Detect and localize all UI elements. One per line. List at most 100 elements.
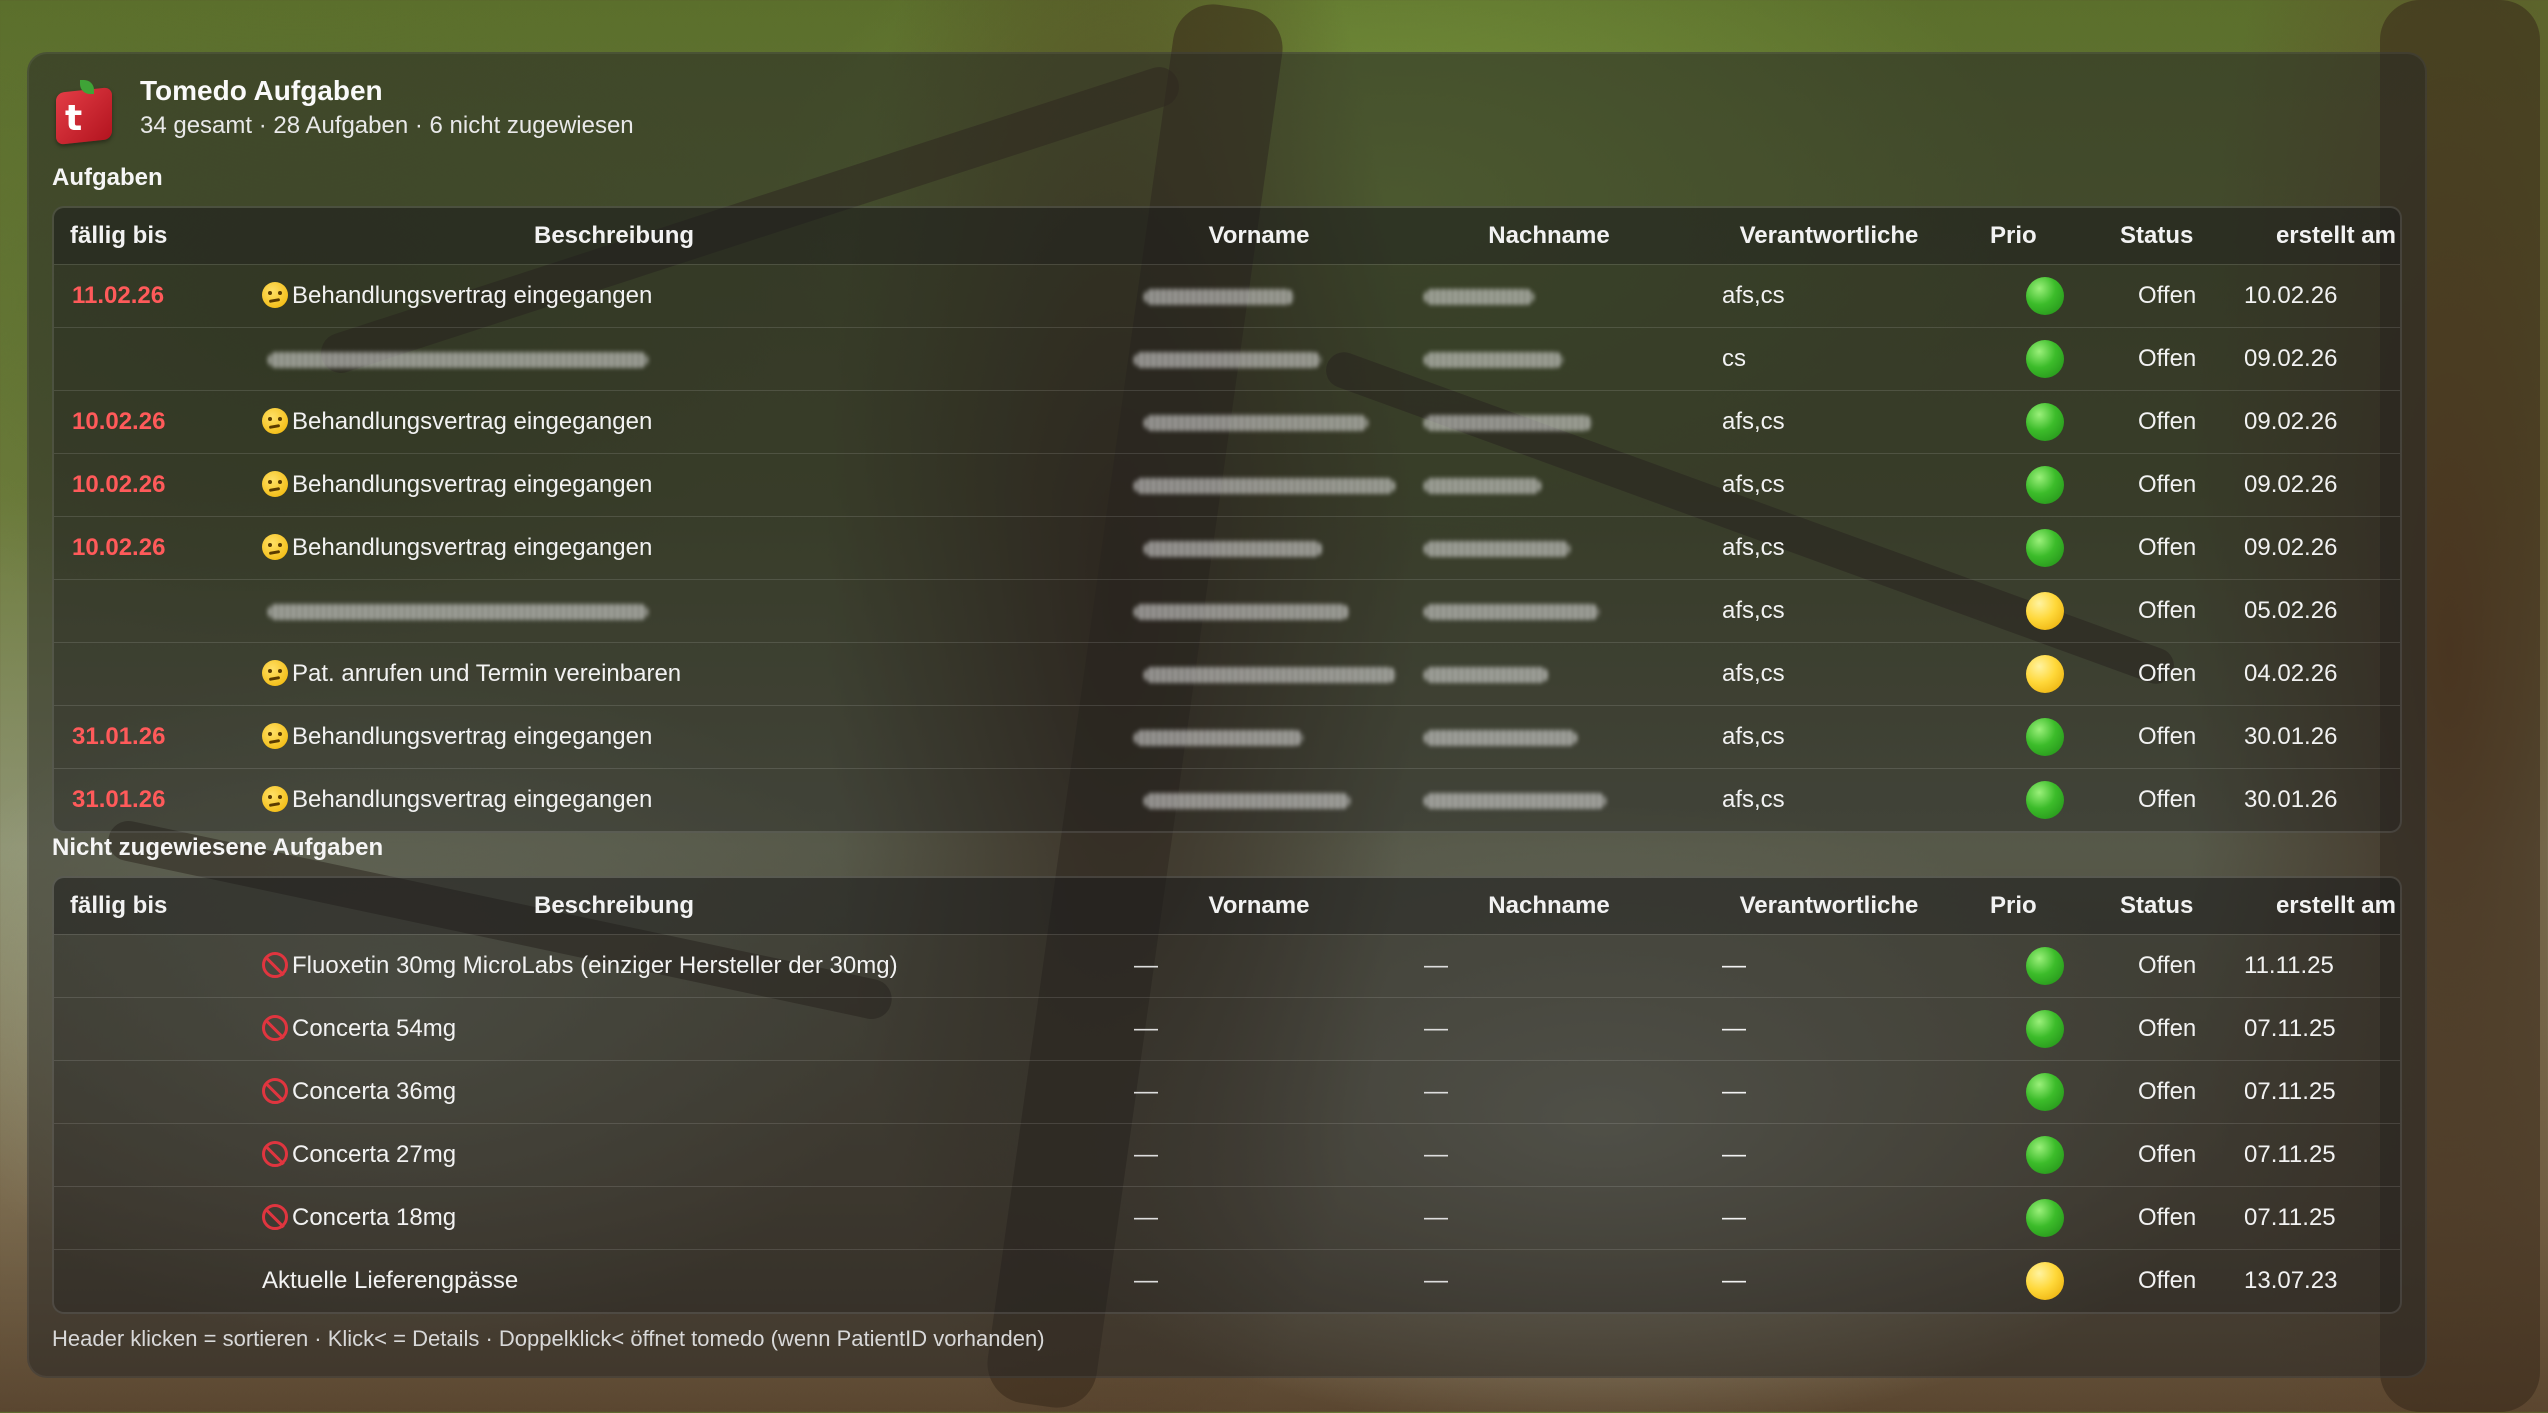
responsible-cell-text: afs,cs bbox=[1722, 723, 1785, 750]
responsible-cell-text: cs bbox=[1722, 345, 1746, 372]
lastname-cell-text: — bbox=[1424, 1204, 1448, 1231]
status-cell: Offen bbox=[2094, 952, 2244, 980]
firstname-cell bbox=[1114, 534, 1404, 562]
firstname-cell-text: — bbox=[1134, 1141, 1158, 1168]
table-row[interactable]: Fluoxetin 30mg MicroLabs (einziger Herst… bbox=[54, 934, 2400, 997]
responsible-cell-text: afs,cs bbox=[1722, 471, 1785, 498]
redacted-lastname bbox=[1424, 603, 1599, 620]
firstname-cell-text: — bbox=[1134, 1015, 1158, 1042]
prio-cell bbox=[1964, 592, 2094, 630]
table-row[interactable]: Concerta 36mg — — — Offen 07.11.25 bbox=[54, 1060, 2400, 1123]
column-header-prio[interactable]: Prio bbox=[1964, 892, 2094, 920]
description-cell: Behandlungsvertrag eingegangen bbox=[254, 786, 1114, 814]
responsible-cell: afs,cs bbox=[1694, 786, 1964, 814]
due-date-cell: 31.01.26 bbox=[54, 723, 254, 751]
responsible-cell: — bbox=[1694, 952, 1964, 980]
status-cell-text: Offen bbox=[2138, 1141, 2197, 1168]
table-row[interactable]: 10.02.26 Behandlungsvertrag eingegangen af… bbox=[54, 516, 2400, 579]
prio-cell bbox=[1964, 947, 2094, 985]
column-header-firstname[interactable]: Vorname bbox=[1114, 892, 1404, 920]
responsible-cell: afs,cs bbox=[1694, 408, 1964, 436]
table-row[interactable]: afs,cs Offen 05.02.26 bbox=[54, 579, 2400, 642]
column-header-firstname[interactable]: Vorname bbox=[1114, 222, 1404, 250]
description-text: Behandlungsvertrag eingegangen bbox=[292, 786, 653, 813]
column-header-created[interactable]: erstellt am bbox=[2244, 892, 2400, 920]
column-header-lastname[interactable]: Nachname bbox=[1404, 222, 1694, 250]
due-date-cell: 10.02.26 bbox=[54, 408, 254, 436]
created-date-cell: 10.02.26 bbox=[2244, 282, 2400, 310]
prio-cell bbox=[1964, 277, 2094, 315]
firstname-cell-text: — bbox=[1134, 1078, 1158, 1105]
created-date-cell: 09.02.26 bbox=[2244, 345, 2400, 373]
created-date-cell-text: 09.02.26 bbox=[2244, 345, 2338, 372]
prio-green-dot-icon bbox=[2026, 403, 2064, 441]
responsible-cell-text: afs,cs bbox=[1722, 282, 1785, 309]
firstname-cell: — bbox=[1114, 1204, 1404, 1232]
redacted-lastname bbox=[1424, 288, 1534, 305]
table-row[interactable]: Concerta 27mg — — — Offen 07.11.25 bbox=[54, 1123, 2400, 1186]
column-header-description[interactable]: Beschreibung bbox=[254, 222, 1114, 250]
lastname-cell bbox=[1404, 345, 1694, 373]
table-row[interactable]: 11.02.26 Behandlungsvertrag eingegangen af… bbox=[54, 264, 2400, 327]
prio-cell bbox=[1964, 1199, 2094, 1237]
column-header-responsible[interactable]: Verantwortliche bbox=[1694, 222, 1964, 250]
table-row[interactable]: 10.02.26 Behandlungsvertrag eingegangen af… bbox=[54, 453, 2400, 516]
column-header-created[interactable]: erstellt am bbox=[2244, 222, 2400, 250]
lastname-cell: — bbox=[1404, 1078, 1694, 1106]
responsible-cell: cs bbox=[1694, 345, 1964, 373]
column-header-due[interactable]: fällig bis bbox=[54, 892, 254, 920]
prio-green-dot-icon bbox=[2026, 947, 2064, 985]
firstname-cell bbox=[1114, 660, 1404, 688]
description-cell: Behandlungsvertrag eingegangen bbox=[254, 723, 1114, 751]
column-header-description[interactable]: Beschreibung bbox=[254, 892, 1114, 920]
prio-cell bbox=[1964, 781, 2094, 819]
table-row[interactable]: 31.01.26 Behandlungsvertrag eingegangen af… bbox=[54, 768, 2400, 831]
description-cell: Behandlungsvertrag eingegangen bbox=[254, 282, 1114, 310]
table-row[interactable]: cs Offen 09.02.26 bbox=[54, 327, 2400, 390]
description-text: Concerta 27mg bbox=[292, 1141, 457, 1168]
status-cell: Offen bbox=[2094, 1015, 2244, 1043]
column-header-responsible[interactable]: Verantwortliche bbox=[1694, 892, 1964, 920]
column-header-due[interactable]: fällig bis bbox=[54, 222, 254, 250]
firstname-cell bbox=[1114, 597, 1404, 625]
description-text: Behandlungsvertrag eingegangen bbox=[292, 534, 653, 561]
table-row[interactable]: 10.02.26 Behandlungsvertrag eingegangen af… bbox=[54, 390, 2400, 453]
created-date-cell: 13.07.23 bbox=[2244, 1267, 2400, 1295]
firstname-cell bbox=[1114, 282, 1404, 310]
responsible-cell: afs,cs bbox=[1694, 660, 1964, 688]
status-cell: Offen bbox=[2094, 471, 2244, 499]
description-cell: Aktuelle Lieferengpässe bbox=[254, 1267, 1114, 1295]
created-date-cell-text: 07.11.25 bbox=[2244, 1078, 2336, 1105]
forbidden-icon bbox=[262, 952, 288, 978]
due-date-cell-text: 10.02.26 bbox=[72, 534, 166, 561]
responsible-cell: afs,cs bbox=[1694, 723, 1964, 751]
responsible-cell: afs,cs bbox=[1694, 534, 1964, 562]
prio-green-dot-icon bbox=[2026, 1010, 2064, 1048]
description-text: Concerta 54mg bbox=[292, 1015, 457, 1042]
created-date-cell-text: 30.01.26 bbox=[2244, 723, 2338, 750]
lastname-cell: — bbox=[1404, 1141, 1694, 1169]
column-header-prio[interactable]: Prio bbox=[1964, 222, 2094, 250]
lastname-cell-text: — bbox=[1424, 1078, 1448, 1105]
column-header-lastname[interactable]: Nachname bbox=[1404, 892, 1694, 920]
column-header-status[interactable]: Status bbox=[2094, 222, 2244, 250]
redacted-lastname bbox=[1424, 540, 1570, 557]
status-cell-text: Offen bbox=[2138, 786, 2197, 813]
table-row[interactable]: Concerta 18mg — — — Offen 07.11.25 bbox=[54, 1186, 2400, 1249]
table-row[interactable]: Concerta 54mg — — — Offen 07.11.25 bbox=[54, 997, 2400, 1060]
lastname-cell bbox=[1404, 282, 1694, 310]
table-row[interactable]: Aktuelle Lieferengpässe — — — Offen 13.07.23 bbox=[54, 1249, 2400, 1312]
prio-green-dot-icon bbox=[2026, 340, 2064, 378]
face-emoji-icon bbox=[262, 282, 288, 308]
firstname-cell-text: — bbox=[1134, 1204, 1158, 1231]
firstname-cell bbox=[1114, 723, 1404, 751]
column-header-status[interactable]: Status bbox=[2094, 892, 2244, 920]
prio-green-dot-icon bbox=[2026, 529, 2064, 567]
status-cell-text: Offen bbox=[2138, 723, 2197, 750]
table-row[interactable]: Pat. anrufen und Termin vereinbaren afs,c… bbox=[54, 642, 2400, 705]
prio-cell bbox=[1964, 403, 2094, 441]
redacted-firstname bbox=[1144, 414, 1368, 431]
face-emoji-icon bbox=[262, 471, 288, 497]
table-row[interactable]: 31.01.26 Behandlungsvertrag eingegangen af… bbox=[54, 705, 2400, 768]
responsible-cell-text: afs,cs bbox=[1722, 597, 1785, 624]
